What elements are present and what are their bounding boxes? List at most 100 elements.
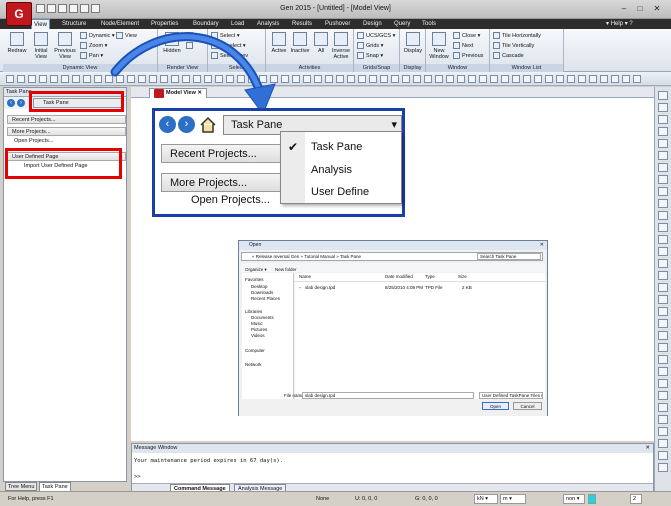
view-tool-icon[interactable] (658, 319, 668, 328)
toolbar-tool-icon[interactable] (380, 75, 388, 83)
tab-pushover[interactable]: Pushover (323, 19, 352, 29)
toolbar-tool-icon[interactable] (512, 75, 520, 83)
view-tool-icon[interactable] (658, 463, 668, 472)
nav-item[interactable]: Documents (251, 315, 274, 320)
cancel-button[interactable]: Cancel (513, 402, 542, 410)
color-indicator[interactable] (588, 494, 596, 504)
toolbar-tool-icon[interactable] (50, 75, 58, 83)
dialog-close-icon[interactable]: ✕ (540, 241, 544, 250)
toolbar-tool-icon[interactable] (578, 75, 586, 83)
view-tool-icon[interactable] (658, 403, 668, 412)
toolbar-tool-icon[interactable] (479, 75, 487, 83)
maximize-icon[interactable]: □ (634, 4, 646, 14)
view-tool-icon[interactable] (658, 343, 668, 352)
view-tool-icon[interactable] (658, 379, 668, 388)
view-tool-icon[interactable] (658, 259, 668, 268)
toolbar-tool-icon[interactable] (6, 75, 14, 83)
ucs-gcs-button[interactable]: UCS/GCS ▾ (357, 32, 395, 41)
view-tool-icon[interactable] (658, 331, 668, 340)
length-unit-select[interactable]: m ▾ (500, 494, 526, 504)
view-tool-icon[interactable] (658, 367, 668, 376)
dropdown-item-user-define[interactable]: User Define (311, 186, 369, 198)
tab-design[interactable]: Design (361, 19, 384, 29)
file-name-input[interactable]: slab design.tpd (302, 392, 474, 399)
nav-item[interactable]: Libraries (245, 309, 262, 314)
toolbar-tool-icon[interactable] (490, 75, 498, 83)
open-projects-link[interactable]: Open Projects... (14, 138, 53, 144)
view-tool-icon[interactable] (658, 271, 668, 280)
toolbar-tool-icon[interactable] (303, 75, 311, 83)
col-size[interactable]: Size (458, 274, 467, 279)
redraw-button[interactable]: Redraw (6, 32, 28, 54)
nav-item[interactable]: Pictures (251, 327, 267, 332)
toolbar-tool-icon[interactable] (61, 75, 69, 83)
close-icon[interactable]: ✕ (651, 4, 663, 14)
view-tool-icon[interactable] (658, 103, 668, 112)
app-logo[interactable]: G (6, 2, 32, 26)
none-select[interactable]: non ▾ (563, 494, 585, 504)
tab-tree-menu[interactable]: Tree Menu (5, 482, 38, 491)
toolbar-tool-icon[interactable] (336, 75, 344, 83)
grids-button[interactable]: Grids ▾ (357, 42, 383, 51)
view-tool-icon[interactable] (658, 355, 668, 364)
view-tool-icon[interactable] (658, 307, 668, 316)
toolbar-tool-icon[interactable] (501, 75, 509, 83)
toolbar-tool-icon[interactable] (567, 75, 575, 83)
toolbar-tool-icon[interactable] (369, 75, 377, 83)
minimize-icon[interactable]: – (618, 4, 630, 14)
toolbar-tool-icon[interactable] (435, 75, 443, 83)
nav-item[interactable]: Music (251, 321, 263, 326)
inactive-button[interactable]: Inactive (289, 32, 311, 54)
toolbar-tool-icon[interactable] (28, 75, 36, 83)
toolbar-tool-icon[interactable] (413, 75, 421, 83)
close-window-button[interactable]: Close ▾ (453, 32, 480, 41)
nav-item[interactable]: Network (245, 362, 262, 367)
view-tool-icon[interactable] (658, 295, 668, 304)
view-tool-icon[interactable] (658, 151, 668, 160)
toolbar-tool-icon[interactable] (534, 75, 542, 83)
initial-view-button[interactable]: Initial View (30, 32, 52, 60)
view-tool-icon[interactable] (658, 127, 668, 136)
view-tool-icon[interactable] (658, 247, 668, 256)
toolbar-tool-icon[interactable] (468, 75, 476, 83)
display-button[interactable]: Display (402, 32, 424, 54)
view-tool-icon[interactable] (658, 115, 668, 124)
open-button[interactable]: Open (482, 402, 509, 410)
view-tool-icon[interactable] (658, 415, 668, 424)
tab-view[interactable]: View (31, 19, 50, 29)
toolbar-tool-icon[interactable] (391, 75, 399, 83)
toolbar-tool-icon[interactable] (347, 75, 355, 83)
col-type[interactable]: Type (425, 274, 435, 279)
previous-view-button[interactable]: Previous View (54, 32, 76, 60)
toolbar-tool-icon[interactable] (589, 75, 597, 83)
next-window-button[interactable]: Next (453, 42, 473, 51)
toolbar-tool-icon[interactable] (556, 75, 564, 83)
force-unit-select[interactable]: kN ▾ (474, 494, 498, 504)
toolbar-tool-icon[interactable] (622, 75, 630, 83)
snap-button[interactable]: Snap ▾ (357, 52, 383, 61)
toolbar-tool-icon[interactable] (358, 75, 366, 83)
toolbar-tool-icon[interactable] (446, 75, 454, 83)
tab-task-pane[interactable]: Task Pane (39, 482, 71, 491)
tab-query[interactable]: Query (392, 19, 412, 29)
view-tool-icon[interactable] (658, 139, 668, 148)
more-projects-header[interactable]: More Projects... (7, 127, 126, 136)
toolbar-tool-icon[interactable] (72, 75, 80, 83)
nav-item[interactable]: Desktop (251, 284, 268, 289)
command-prompt[interactable]: >> (134, 474, 141, 480)
toolbar-tool-icon[interactable] (545, 75, 553, 83)
nav-item[interactable]: Favorites (245, 277, 264, 282)
new-window-button[interactable]: New Window (428, 32, 450, 60)
view-tool-icon[interactable] (658, 175, 668, 184)
inverse-active-button[interactable]: Inverse Active (330, 32, 352, 60)
tab-tools[interactable]: Tools (420, 19, 438, 29)
col-date[interactable]: Date modified (385, 274, 413, 279)
dialog-search[interactable]: Search Task Pane (477, 253, 541, 260)
view-tool-icon[interactable] (658, 187, 668, 196)
view-tool-icon[interactable] (658, 223, 668, 232)
toolbar-tool-icon[interactable] (424, 75, 432, 83)
message-close-icon[interactable]: ✕ (645, 444, 650, 453)
dropdown-item-task-pane[interactable]: Task Pane (311, 141, 362, 153)
view-tool-icon[interactable] (658, 211, 668, 220)
view-tool-icon[interactable] (658, 91, 668, 100)
